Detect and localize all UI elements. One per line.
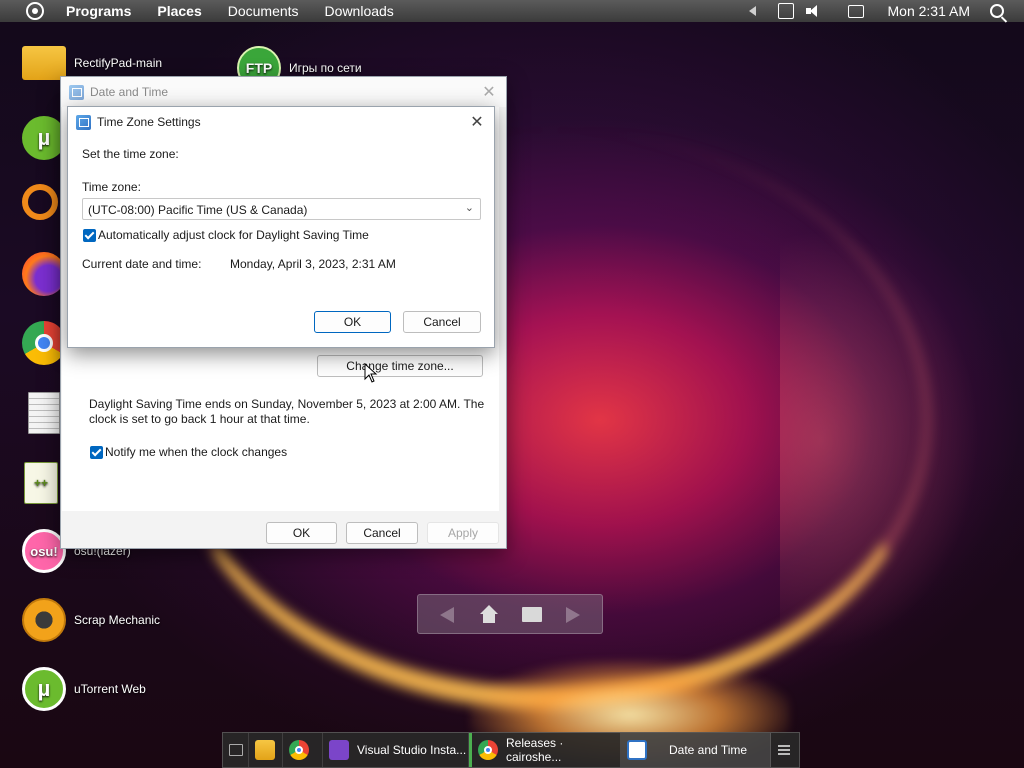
menu-downloads[interactable]: Downloads — [325, 3, 394, 19]
date-time-titlebar[interactable]: Date and Time ✕ — [61, 77, 506, 107]
ok-button[interactable]: OK — [266, 522, 337, 544]
utorrent-icon: µ — [22, 667, 66, 711]
date-time-icon — [76, 114, 91, 130]
desktop-icon-search-tool[interactable] — [22, 184, 58, 220]
hamburger-icon — [778, 745, 790, 755]
time-zone-dialog: Time Zone Settings ✕ Set the time zone: … — [67, 106, 495, 348]
time-zone-label: Time zone: — [82, 180, 141, 194]
chrome-icon — [289, 740, 309, 760]
desktop-icon-scrap-mechanic[interactable]: Scrap Mechanic — [22, 598, 160, 642]
dialog-title: Time Zone Settings — [97, 115, 201, 129]
notify-checkbox[interactable] — [90, 446, 103, 459]
date-time-icon — [627, 740, 647, 760]
clock[interactable]: Mon 2:31 AM — [888, 3, 971, 19]
apply-button[interactable]: Apply — [427, 522, 499, 544]
close-icon[interactable]: ✕ — [466, 111, 488, 133]
top-panel: Programs Places Documents Downloads Mon … — [0, 0, 1024, 22]
taskbar-terminal[interactable] — [223, 733, 249, 767]
mouse-cursor-icon — [364, 363, 378, 383]
desktop-icon-notepadpp[interactable]: ++ — [24, 462, 58, 504]
current-date-time-value: Monday, April 3, 2023, 2:31 AM — [230, 257, 396, 271]
chrome-icon — [478, 740, 498, 760]
task-label: Date and Time — [669, 743, 748, 757]
chevron-down-icon: ⌄ — [464, 202, 474, 214]
task-label: Visual Studio Insta... — [357, 743, 467, 757]
home-icon[interactable] — [480, 605, 498, 623]
task-label: Releases · cairoshe... — [506, 736, 564, 764]
dock-navigation — [417, 594, 603, 634]
terminal-icon — [229, 744, 243, 756]
change-time-zone-button[interactable]: Change time zone... — [317, 355, 483, 377]
desktop-icon-text-file[interactable] — [28, 392, 60, 434]
time-zone-value: (UTC-08:00) Pacific Time (US & Canada) — [88, 203, 308, 217]
time-zone-titlebar[interactable]: Time Zone Settings ✕ — [68, 107, 494, 137]
volume-icon[interactable] — [805, 4, 822, 18]
menu-programs[interactable]: Programs — [66, 3, 131, 19]
close-icon[interactable]: ✕ — [478, 81, 500, 103]
notepad-plus-plus-icon: ++ — [24, 462, 58, 504]
back-arrow-icon[interactable] — [440, 607, 454, 623]
taskbar-chrome[interactable] — [283, 733, 323, 767]
taskbar-date-time[interactable]: Date and Time — [621, 733, 771, 767]
notification-icon[interactable] — [847, 4, 864, 18]
scrap-mechanic-icon — [22, 598, 66, 642]
desktop-icon-label: Scrap Mechanic — [74, 613, 161, 627]
window-title: Date and Time — [90, 85, 169, 99]
dst-note: Daylight Saving Time ends on Sunday, Nov… — [89, 397, 485, 426]
desktop-icon-label: RectifyPad-main — [74, 56, 163, 70]
document-icon — [28, 392, 60, 434]
dst-checkbox[interactable] — [83, 229, 96, 242]
cancel-button[interactable]: Cancel — [346, 522, 418, 544]
taskbar-files[interactable] — [249, 733, 283, 767]
time-zone-select[interactable]: (UTC-08:00) Pacific Time (US & Canada) ⌄ — [82, 198, 481, 220]
desktop-icon-label: Игры по сети — [289, 61, 362, 75]
cancel-button[interactable]: Cancel — [403, 311, 481, 333]
date-time-icon — [69, 84, 84, 100]
menu-places[interactable]: Places — [157, 3, 201, 19]
tray-expand-icon[interactable] — [748, 6, 756, 16]
menu-documents[interactable]: Documents — [228, 3, 299, 19]
search-icon[interactable] — [990, 4, 1004, 18]
taskbar-chrome-releases[interactable]: Releases · cairoshe... — [469, 733, 621, 767]
visual-studio-icon — [329, 740, 349, 760]
app-menu-icon[interactable] — [26, 2, 44, 20]
magnifier-icon — [22, 184, 58, 220]
taskbar-visual-studio[interactable]: Visual Studio Insta... — [323, 733, 469, 767]
ok-button[interactable]: OK — [314, 311, 391, 333]
notify-label: Notify me when the clock changes — [105, 445, 288, 459]
dst-label: Automatically adjust clock for Daylight … — [98, 228, 369, 242]
taskbar-menu[interactable] — [771, 733, 797, 767]
folder-icon — [255, 740, 275, 760]
taskbar: Visual Studio Insta... Releases · cairos… — [222, 732, 800, 768]
set-time-zone-label: Set the time zone: — [82, 147, 179, 161]
desktop-icon-rectifypad[interactable]: RectifyPad-main — [22, 46, 162, 80]
forward-arrow-icon[interactable] — [566, 607, 580, 623]
desktop-icon-label: uTorrent Web — [74, 682, 146, 696]
desktop-icon-utorrent-web[interactable]: µ uTorrent Web — [22, 667, 146, 711]
folder-icon[interactable] — [522, 607, 542, 622]
folder-icon — [22, 46, 66, 80]
current-date-time-label: Current date and time: — [82, 257, 202, 271]
network-icon[interactable] — [777, 3, 794, 19]
